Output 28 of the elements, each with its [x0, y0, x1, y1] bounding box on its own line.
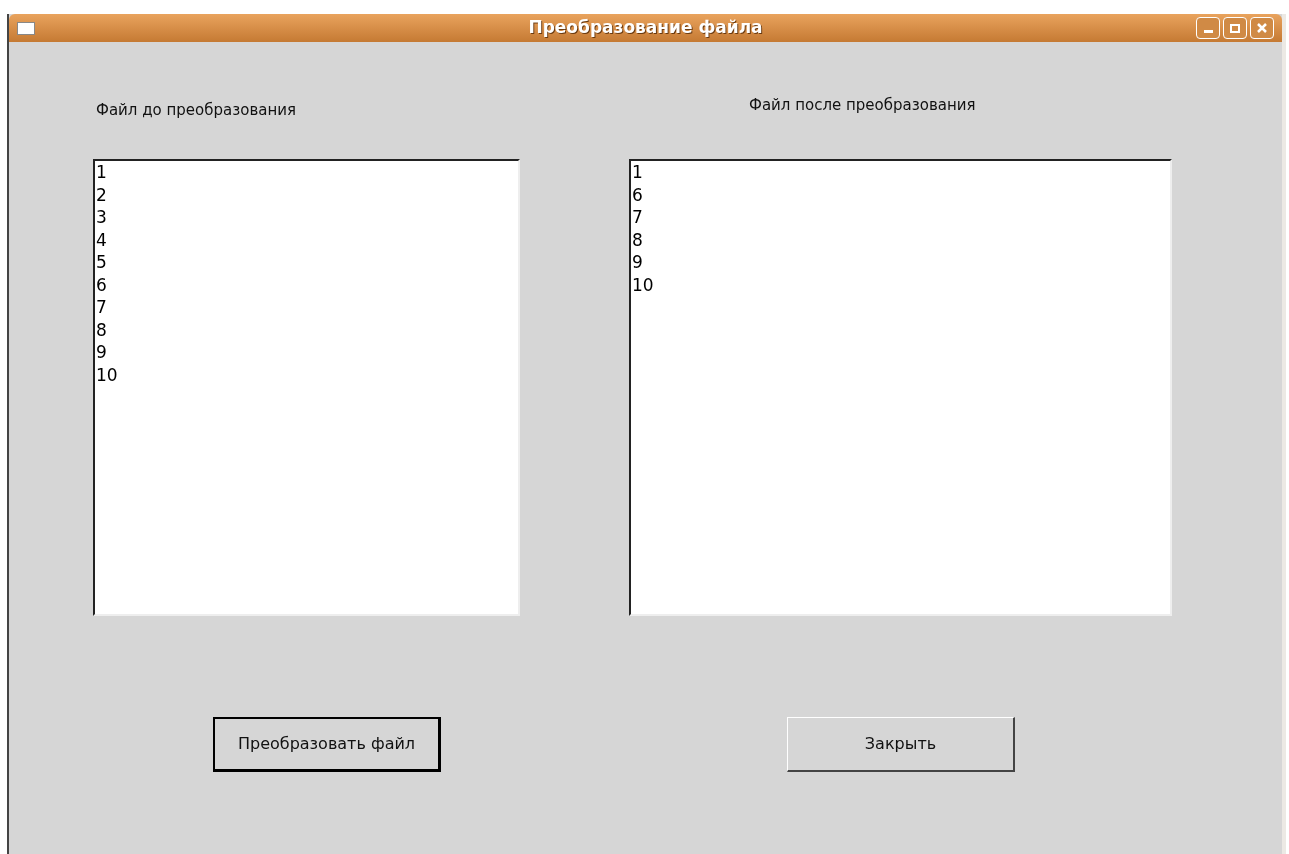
list-item[interactable]: 9	[632, 251, 1170, 274]
list-item[interactable]: 6	[96, 273, 518, 296]
list-item[interactable]: 10	[632, 273, 1170, 296]
list-item[interactable]: 6	[632, 183, 1170, 206]
minimize-button[interactable]	[1196, 17, 1220, 39]
list-item[interactable]: 5	[96, 251, 518, 274]
list-item[interactable]: 7	[632, 206, 1170, 229]
list-item[interactable]: 2	[96, 183, 518, 206]
window-title: Преобразование файла	[527, 16, 764, 40]
list-item[interactable]: 8	[632, 228, 1170, 251]
list-item[interactable]: 8	[96, 318, 518, 341]
list-item[interactable]: 10	[96, 363, 518, 386]
push-button[interactable]: Закрыть	[787, 717, 1015, 772]
window-menu-icon[interactable]	[17, 21, 35, 35]
close-icon	[1257, 23, 1267, 33]
list-label: Файл после преобразования	[749, 95, 977, 116]
close-button[interactable]	[1250, 17, 1274, 39]
list-label: Файл до преобразования	[96, 100, 297, 121]
list-box[interactable]: 1 2 3 4 5 6 7 8 9 10	[93, 159, 520, 616]
list-item[interactable]: 1	[632, 161, 1170, 184]
list-item[interactable]: 3	[96, 206, 518, 229]
list-item[interactable]: 7	[96, 296, 518, 319]
list-box[interactable]: 1 6 7 8 9 10	[629, 159, 1172, 616]
push-button[interactable]: Преобразовать файл	[213, 717, 441, 772]
list-item[interactable]: 9	[96, 341, 518, 364]
list-item[interactable]: 1	[96, 161, 518, 184]
list-item[interactable]: 4	[96, 228, 518, 251]
maximize-button[interactable]	[1223, 17, 1247, 39]
